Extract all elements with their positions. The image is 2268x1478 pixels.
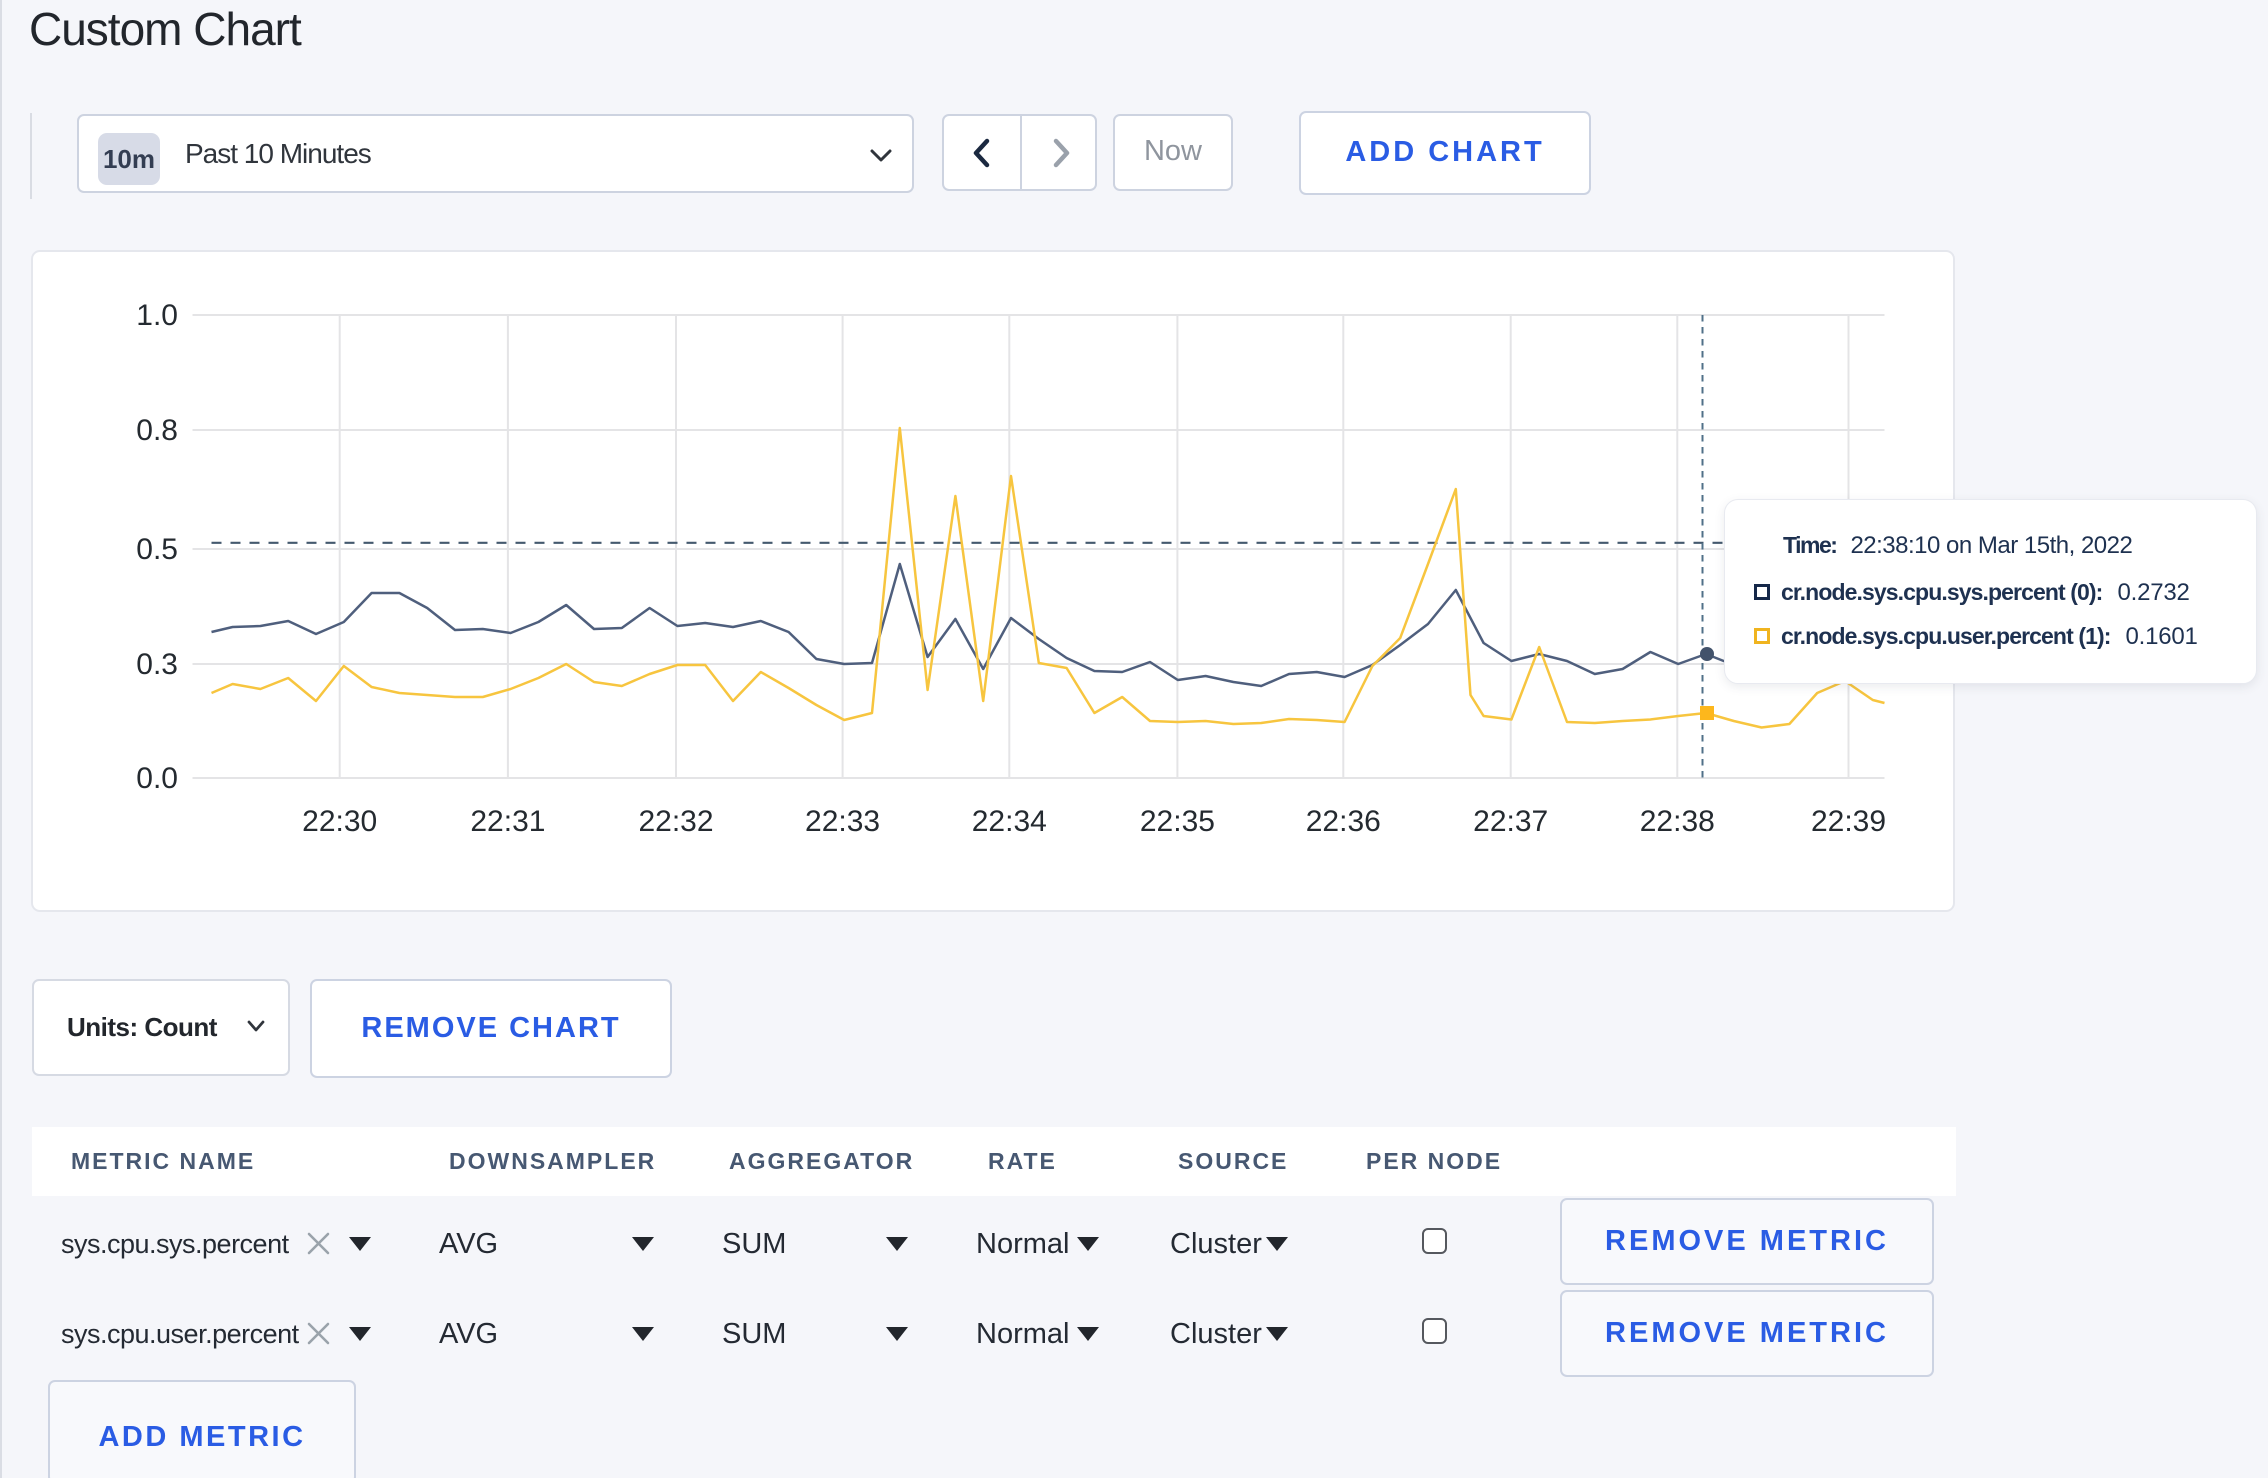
svg-text:22:31: 22:31	[470, 805, 545, 838]
svg-text:22:34: 22:34	[972, 805, 1047, 838]
svg-text:22:38: 22:38	[1640, 805, 1715, 838]
svg-text:1.0: 1.0	[136, 299, 178, 332]
svg-text:0.8: 0.8	[136, 414, 178, 447]
svg-text:0.0: 0.0	[136, 762, 178, 795]
svg-text:22:33: 22:33	[805, 805, 880, 838]
svg-text:0.5: 0.5	[136, 533, 178, 566]
svg-text:0.3: 0.3	[136, 648, 178, 681]
svg-text:22:36: 22:36	[1306, 805, 1381, 838]
svg-text:22:32: 22:32	[638, 805, 713, 838]
svg-text:22:39: 22:39	[1811, 805, 1886, 838]
svg-text:22:37: 22:37	[1473, 805, 1548, 838]
svg-text:22:35: 22:35	[1140, 805, 1215, 838]
svg-text:22:30: 22:30	[302, 805, 377, 838]
